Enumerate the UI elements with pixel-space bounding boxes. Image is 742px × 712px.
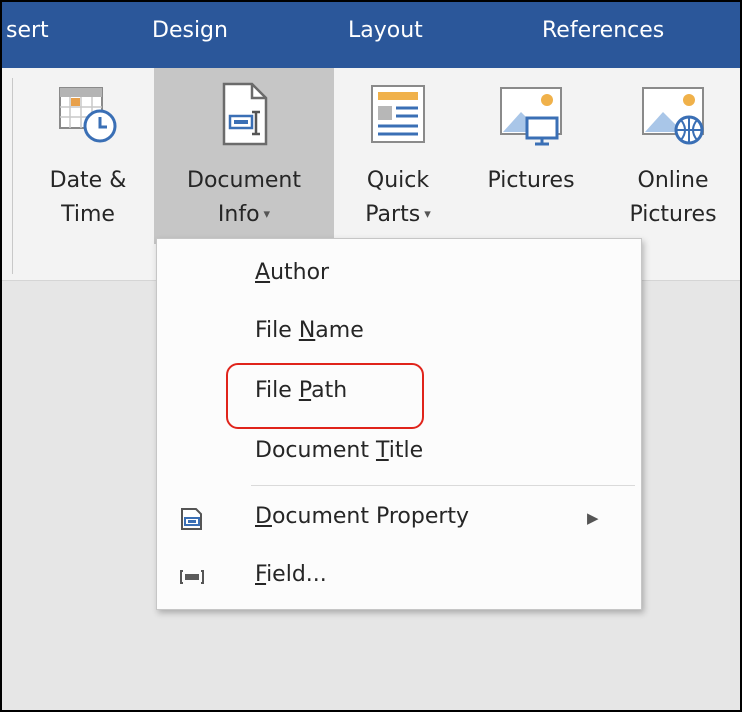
date-time-label: Date & Time: [30, 164, 146, 232]
label-post: ocument Property: [271, 504, 470, 529]
pictures-label: Pictures: [464, 164, 598, 198]
tab-layout[interactable]: Layout: [348, 18, 423, 43]
quick-parts-label-line1: Quick: [366, 168, 430, 193]
menu-item-file-name[interactable]: File Name: [157, 305, 641, 361]
document-info-label: Document Info ▾: [154, 164, 334, 232]
online-pictures-label-line2: Pictures: [629, 202, 717, 227]
ribbon-tab-bar: sert Design Layout References: [2, 2, 740, 68]
ribbon-group-divider: [12, 78, 13, 274]
label-post: ield...: [266, 562, 327, 587]
accelerator-key: N: [298, 318, 316, 343]
document-property-icon: [181, 508, 202, 530]
chevron-down-icon: ▾: [263, 207, 271, 222]
date-time-label-line2: Time: [61, 202, 115, 227]
document-info-label-line1: Document: [187, 168, 301, 193]
document-info-icon: [222, 82, 268, 146]
menu-item-label: File Name: [255, 318, 364, 343]
quick-parts-button[interactable]: Quick Parts ▾: [340, 68, 456, 244]
label-pre: File: [255, 318, 299, 343]
label-post: itle: [388, 438, 424, 463]
online-pictures-label: Online Pictures: [606, 164, 740, 232]
menu-item-label: Document Title: [255, 438, 423, 463]
calendar-clock-icon: [59, 87, 117, 143]
chevron-down-icon: ▾: [424, 207, 431, 222]
field-icon: [180, 570, 204, 584]
online-pictures-button[interactable]: Online Pictures: [606, 68, 740, 244]
date-time-label-line1: Date &: [49, 168, 127, 193]
pictures-icon: [500, 87, 562, 146]
label-pre: Document: [255, 438, 376, 463]
quick-parts-label: Quick Parts ▾: [340, 164, 456, 232]
pictures-button[interactable]: Pictures: [464, 68, 598, 244]
tab-references[interactable]: References: [542, 18, 664, 43]
label-post: ame: [315, 318, 364, 343]
online-pictures-label-line1: Online: [637, 168, 709, 193]
menu-item-field[interactable]: Field...: [157, 549, 641, 605]
menu-item-label: Field...: [255, 562, 327, 587]
highlight-outline: [226, 363, 424, 429]
document-info-button[interactable]: Document Info ▾: [154, 68, 334, 244]
pictures-label-line1: Pictures: [487, 168, 575, 193]
word-window: sert Design Layout References Date & Tim: [0, 0, 742, 712]
accelerator-key: T: [375, 438, 389, 463]
accelerator-key: D: [255, 504, 272, 529]
document-info-menu: Author File Name File Path Document Titl…: [156, 238, 642, 610]
online-pictures-icon: [642, 87, 704, 145]
date-time-button[interactable]: Date & Time: [30, 68, 146, 244]
tab-insert[interactable]: sert: [6, 18, 49, 43]
menu-item-label: Author: [255, 260, 329, 285]
quick-parts-icon: [371, 85, 425, 143]
accelerator-key: A: [255, 260, 271, 285]
accelerator-key: F: [255, 562, 267, 587]
quick-parts-label-line2: Parts: [365, 202, 421, 227]
submenu-arrow-icon: ▶: [587, 509, 599, 527]
menu-item-label: Document Property: [255, 504, 469, 529]
label-post: uthor: [270, 260, 330, 285]
menu-item-author[interactable]: Author: [157, 247, 641, 303]
menu-item-document-title[interactable]: Document Title: [157, 425, 641, 481]
menu-separator: [251, 485, 635, 486]
document-info-label-line2: Info: [217, 202, 260, 227]
menu-item-document-property[interactable]: Document Property ▶: [157, 491, 641, 547]
tab-design[interactable]: Design: [152, 18, 228, 43]
